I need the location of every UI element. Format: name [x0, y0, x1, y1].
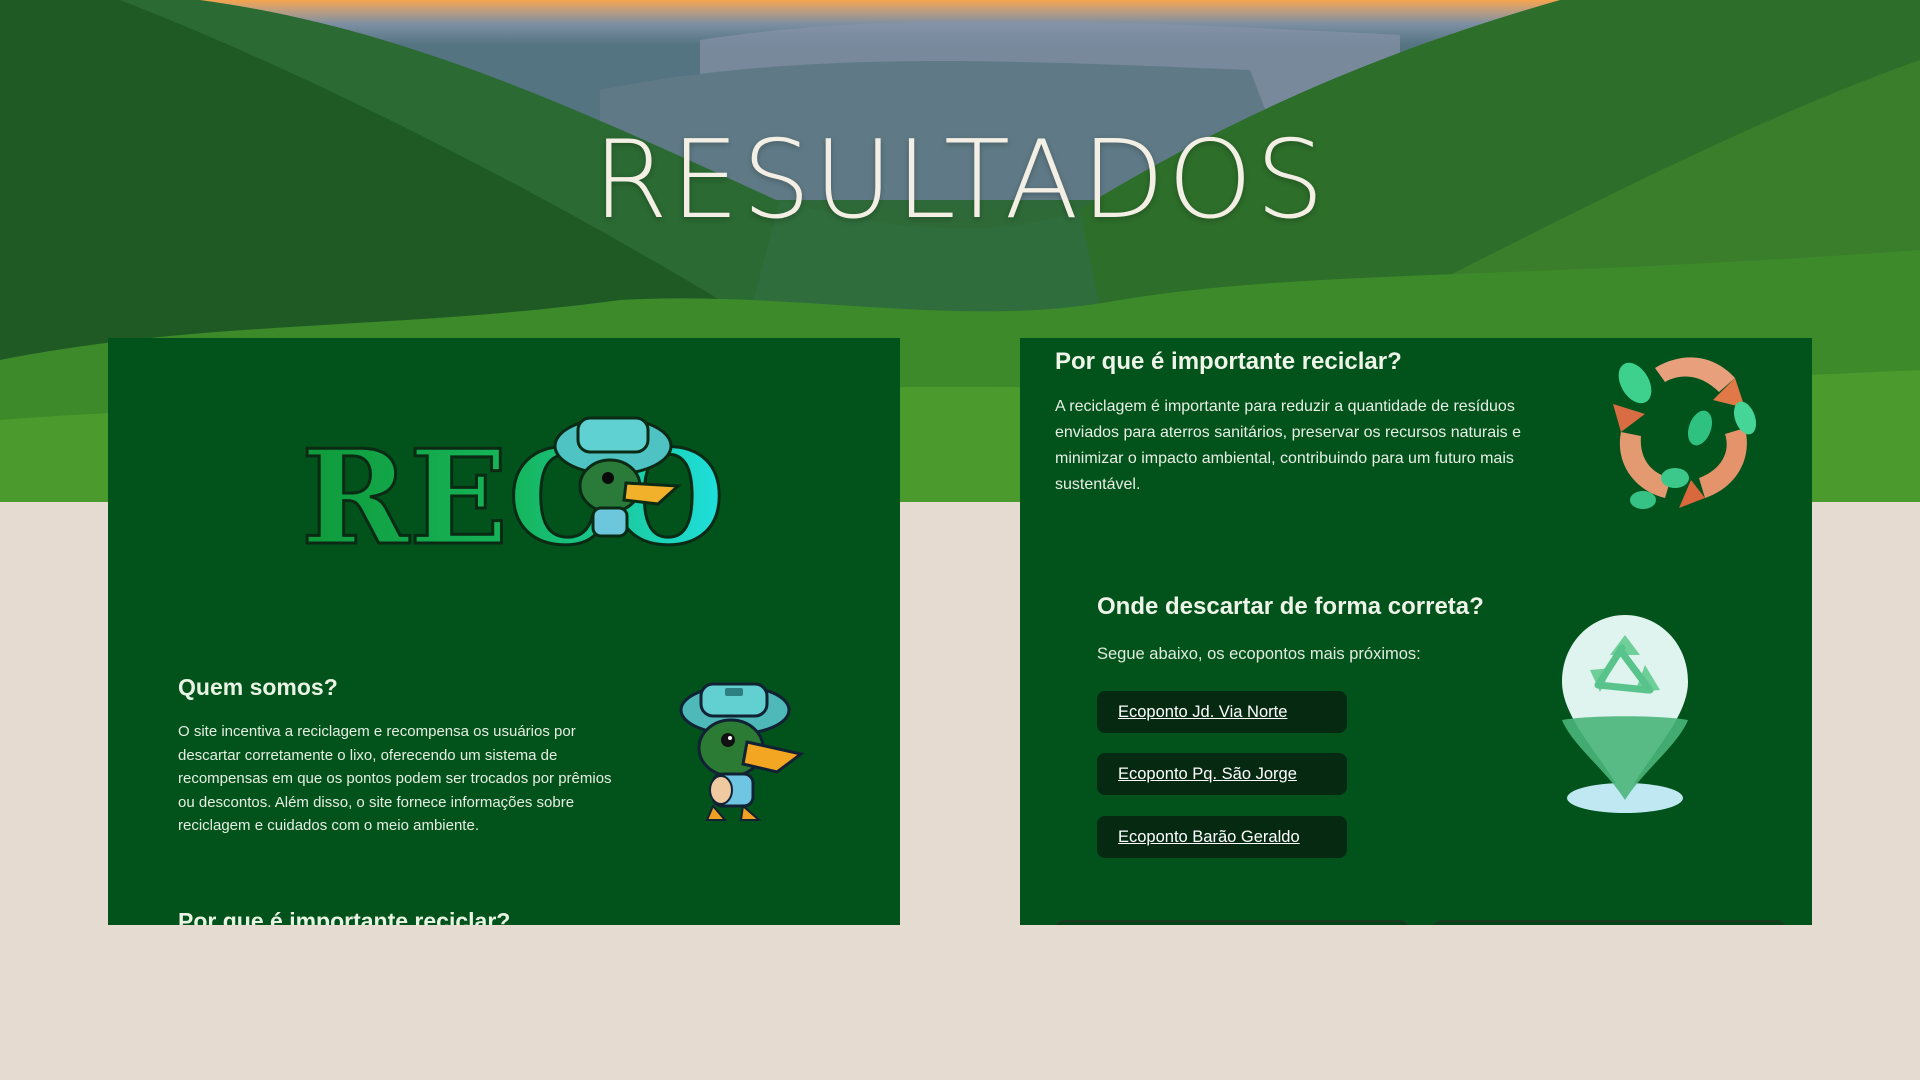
about-title: Quem somos?: [178, 674, 338, 700]
card-peek-left: [1055, 920, 1409, 925]
ecoponto-link-label[interactable]: Ecoponto Jd. Via Norte: [1118, 703, 1287, 722]
ecoponto-link-barao-geraldo[interactable]: Ecoponto Barão Geraldo: [1097, 816, 1347, 858]
where-dispose-title: Onde descartar de forma correta?: [1097, 593, 1484, 620]
info-panel[interactable]: Por que é importante reciclar? A recicla…: [1020, 338, 1812, 925]
why-recycle-text: A reciclagem é importante para reduzir a…: [1055, 398, 1521, 493]
ecoponto-link-sao-jorge[interactable]: Ecoponto Pq. São Jorge: [1097, 753, 1347, 795]
ecoponto-link-label[interactable]: Ecoponto Barão Geraldo: [1118, 828, 1300, 847]
why-recycle-title: Por que é importante reciclar?: [1055, 348, 1402, 375]
ecoponto-link-via-norte[interactable]: Ecoponto Jd. Via Norte: [1097, 691, 1347, 733]
page-title: RESULTADOS: [592, 118, 1328, 243]
why-recycle-title-peek: Por que é importante reciclar?: [178, 908, 511, 925]
where-dispose-text: Segue abaixo, os ecopontos mais próximos…: [1097, 645, 1421, 663]
about-text: O site incentiva a reciclagem e recompen…: [178, 723, 612, 834]
card-peek-right: [1432, 920, 1786, 925]
ecoponto-link-label[interactable]: Ecoponto Pq. São Jorge: [1118, 765, 1297, 784]
about-panel[interactable]: RECO Quem somos? O site incentiva a reci…: [108, 338, 900, 925]
recycle-leaves-icon: [1613, 357, 1757, 509]
reco-logo: RECO: [300, 416, 726, 558]
duck-mascot-icon: [679, 682, 805, 821]
recycle-location-pin-icon: [1562, 615, 1688, 813]
